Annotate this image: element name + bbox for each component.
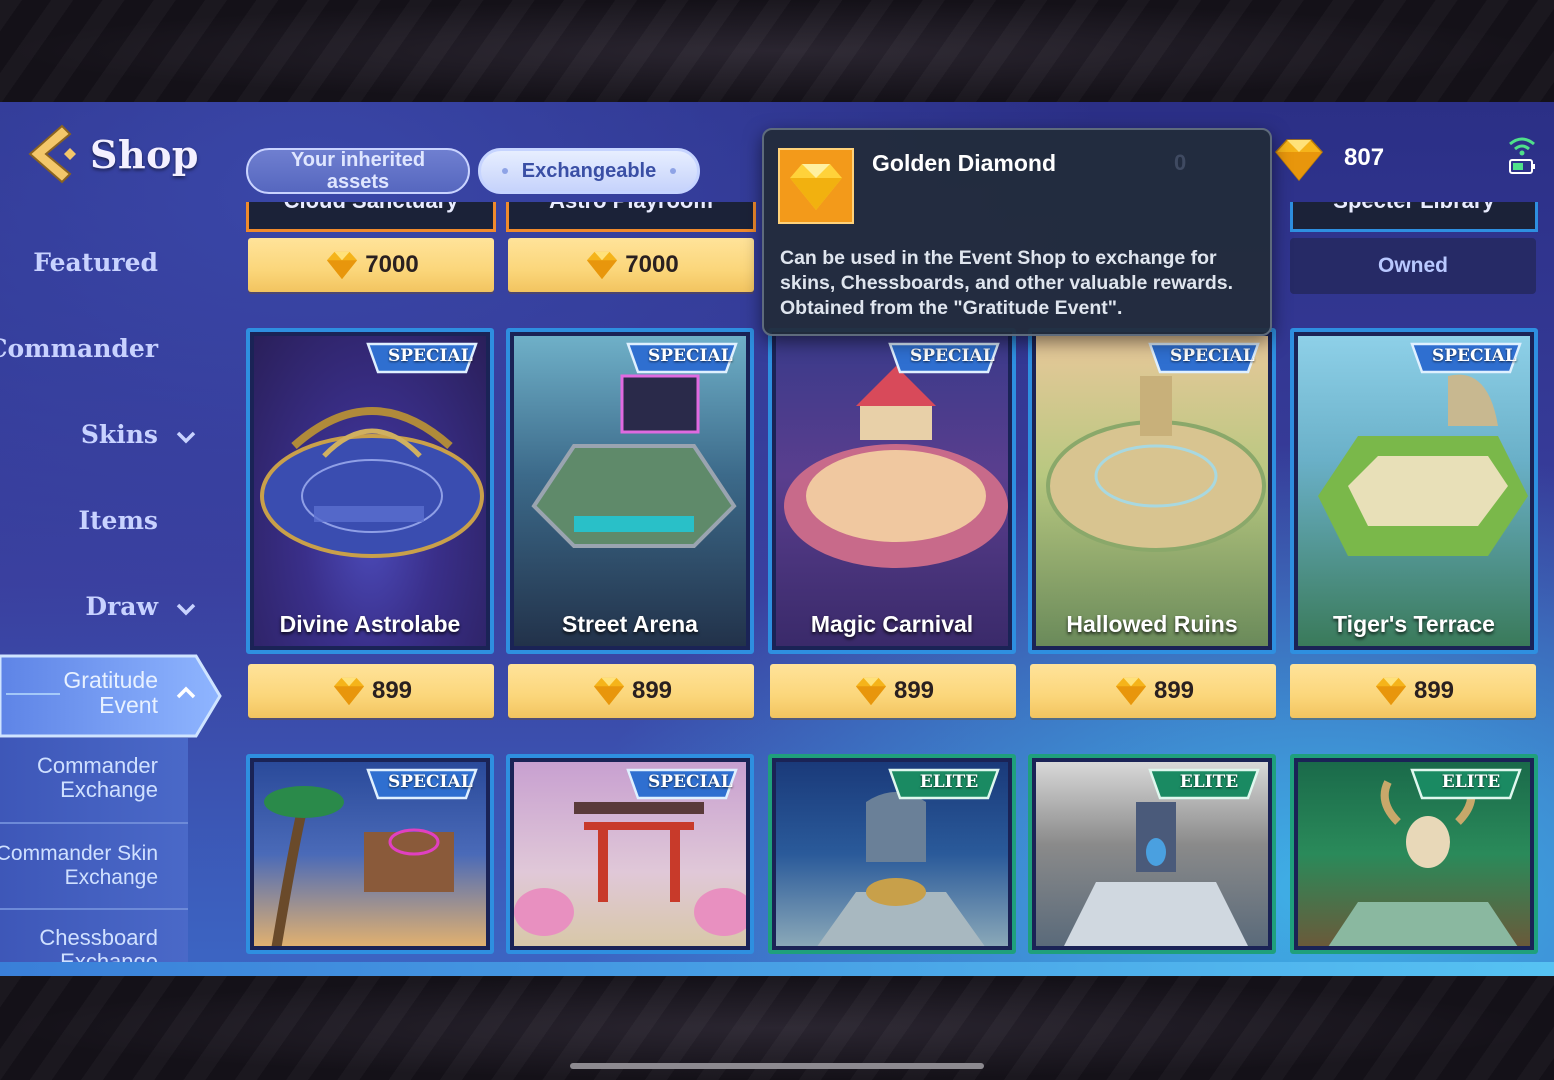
chessboard-art	[1318, 374, 1528, 556]
price-value: 899	[893, 677, 935, 704]
sidebar-item-commander[interactable]: Commander	[0, 334, 158, 363]
cut-card[interactable]: Specter Library	[1290, 202, 1538, 232]
badge-label: ELITE	[1179, 772, 1239, 792]
card-art	[1036, 336, 1268, 646]
tab-inherited-assets[interactable]: Your inherited assets	[246, 148, 470, 194]
card-art	[776, 336, 1008, 646]
price-button[interactable]: 7000	[248, 238, 494, 292]
price-value: 899	[1153, 677, 1195, 704]
product-card[interactable]: SPECIAL	[246, 754, 494, 954]
badge-label: SPECIAL	[910, 346, 995, 366]
chessboard-art	[260, 407, 484, 558]
tab-dot-right	[670, 168, 677, 174]
cut-card[interactable]: Astro Playroom	[506, 202, 756, 232]
price-button[interactable]: 899	[1290, 664, 1536, 718]
badge-label: SPECIAL	[1432, 346, 1517, 366]
price-value: 899	[371, 677, 413, 704]
golden-diamond-icon	[327, 251, 358, 280]
screen-bottom-edge	[0, 962, 1554, 976]
sidebar-item-draw[interactable]: Draw	[85, 592, 158, 621]
chessboard-art	[784, 366, 1008, 568]
golden-diamond-icon	[587, 251, 618, 280]
cut-card-label: Cloud Sanctuary	[249, 202, 493, 214]
card-art	[1298, 336, 1530, 646]
tab-dot-left	[501, 168, 508, 174]
price-button[interactable]: 899	[1030, 664, 1276, 718]
price-button[interactable]: 899	[248, 664, 494, 718]
home-indicator[interactable]	[570, 1063, 984, 1069]
chessboard-art	[531, 374, 737, 548]
badge-label: SPECIAL	[648, 772, 733, 792]
card-title: Tiger's Terrace	[1333, 611, 1495, 637]
card-title: Hallowed Ruins	[1066, 611, 1238, 637]
tooltip-description: Can be used in the Event Shop to exchang…	[780, 247, 1233, 319]
golden-diamond-icon	[1275, 139, 1323, 182]
card-title: Street Arena	[562, 611, 698, 637]
game-screen: Shop Your inherited assets Exchangeable …	[0, 102, 1554, 976]
chevron-up-icon[interactable]	[176, 686, 196, 700]
product-card[interactable]: ELITE	[1290, 754, 1538, 954]
product-card[interactable]: ELITE	[1028, 754, 1276, 954]
golden-diamond-icon	[778, 148, 854, 224]
product-card-divine-astrolabe[interactable]: SPECIAL Divine Astrolabe	[246, 328, 494, 654]
golden-diamond-icon	[333, 677, 365, 706]
sidebar-subitem-commander-exchange[interactable]: Commander Exchange	[0, 738, 188, 824]
chevron-down-icon[interactable]	[176, 602, 196, 616]
card-art	[514, 336, 746, 646]
sidebar-item-skins[interactable]: Skins	[81, 420, 158, 449]
badge-label: SPECIAL	[648, 346, 733, 366]
ghost-count: 0	[1174, 150, 1187, 175]
product-card[interactable]: ELITE	[768, 754, 1016, 954]
sidebar-item-featured[interactable]: Featured	[33, 248, 158, 277]
tab-inherited-assets-label: Your inherited assets	[290, 149, 426, 193]
tab-exchangeable-label: Exchangeable	[521, 160, 657, 182]
chevron-down-icon[interactable]	[176, 430, 196, 444]
sidebar-subitem-commander-skin-exchange[interactable]: Commander Skin Exchange	[0, 824, 188, 910]
badge-label: SPECIAL	[388, 346, 473, 366]
price-button[interactable]: 7000	[508, 238, 754, 292]
tab-exchangeable[interactable]: Exchangeable	[478, 148, 700, 194]
back-arrow-icon[interactable]	[22, 122, 82, 186]
tooltip-title: Golden Diamond	[872, 150, 1056, 176]
price-value: 899	[1413, 677, 1455, 704]
chessboard-art	[1046, 376, 1266, 552]
card-title: Divine Astrolabe	[279, 611, 461, 637]
sidebar-item-gratitude-event-label: Gratitude Event	[63, 667, 158, 718]
cut-card[interactable]: Cloud Sanctuary	[246, 202, 496, 232]
card-art	[254, 336, 486, 646]
owned-label: Owned	[1290, 238, 1536, 294]
golden-diamond-icon	[855, 677, 887, 706]
card-title: Magic Carnival	[810, 611, 974, 637]
product-card-magic-carnival[interactable]: SPECIAL Magic Carnival	[768, 328, 1016, 654]
badge-label: SPECIAL	[388, 772, 473, 792]
product-card-street-arena[interactable]: SPECIAL Street Arena	[506, 328, 754, 654]
price-value: 7000	[365, 251, 419, 278]
sidebar-item-items[interactable]: Items	[78, 506, 158, 535]
product-card[interactable]: SPECIAL	[506, 754, 754, 954]
badge-label: SPECIAL	[1170, 346, 1255, 366]
price-value: 899	[631, 677, 673, 704]
cut-card-label: Astro Playroom	[509, 202, 753, 214]
sidebar-subitem-label: Commander Skin Exchange	[0, 842, 158, 889]
badge-label: ELITE	[919, 772, 979, 792]
price-button[interactable]: 899	[770, 664, 1016, 718]
product-card-hallowed-ruins[interactable]: SPECIAL Hallowed Ruins	[1028, 328, 1276, 654]
price-value: 7000	[625, 251, 679, 278]
golden-diamond-icon	[1375, 677, 1407, 706]
sidebar-subitem-label: Commander Exchange	[36, 753, 158, 802]
golden-diamond-icon	[1115, 677, 1147, 706]
wallet-amount: 807	[1344, 144, 1385, 171]
device-bezel-top	[0, 0, 1554, 102]
golden-diamond-icon	[593, 677, 625, 706]
wifi-battery-icon	[1509, 137, 1535, 174]
product-card-tigers-terrace[interactable]: SPECIAL Tiger's Terrace	[1290, 328, 1538, 654]
badge-label: ELITE	[1441, 772, 1501, 792]
price-button[interactable]: 899	[508, 664, 754, 718]
cut-card-label: Specter Library	[1293, 202, 1535, 214]
item-tooltip: 0 Golden Diamond Can be used in the Even…	[762, 128, 1272, 336]
page-title: Shop	[90, 132, 199, 177]
